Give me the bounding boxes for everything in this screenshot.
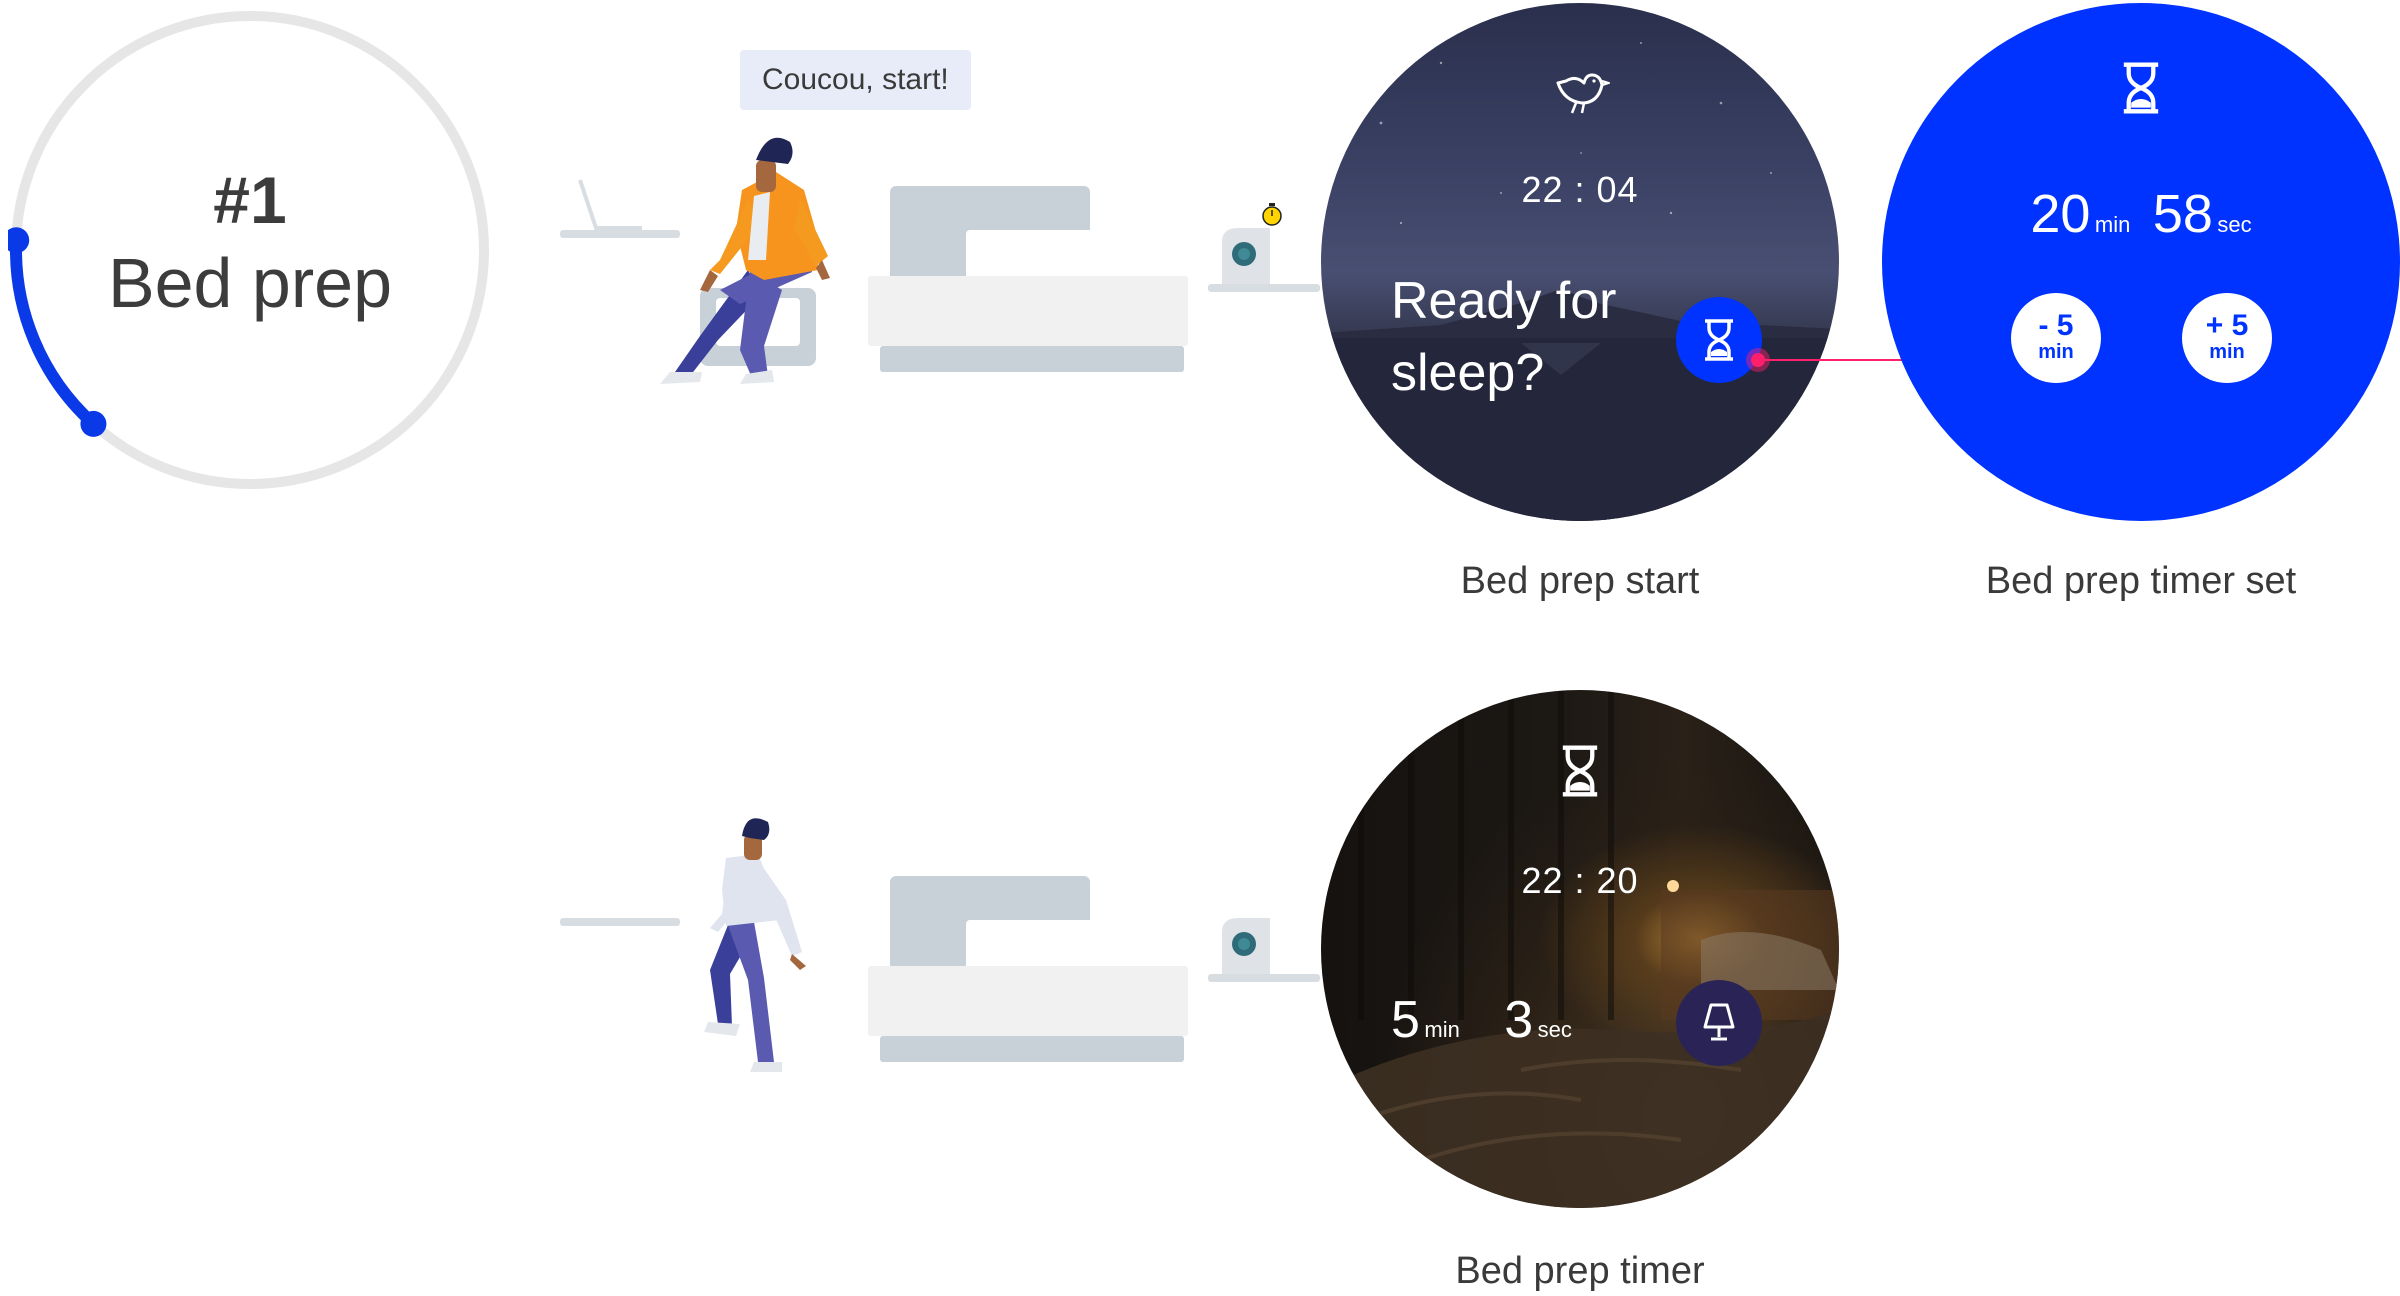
step-title: Bed prep — [107, 244, 393, 322]
minutes-unit: min — [2094, 212, 2131, 237]
seconds-unit: sec — [2217, 212, 2252, 237]
hourglass-icon — [1705, 319, 1733, 361]
watch-screen-bed-prep-start: 22 : 04 Ready for sleep? — [1321, 3, 1839, 521]
increase-value: + 5 — [2205, 309, 2249, 342]
scene-illustration-bottom — [560, 818, 1320, 1072]
seconds-unit: sec — [1537, 1017, 1572, 1042]
person-walking-figure — [704, 818, 806, 1072]
decrease-unit: min — [2038, 341, 2074, 363]
minutes-value: 5 — [1391, 991, 1420, 1049]
progress-start-dot — [80, 410, 107, 437]
bedside-device — [1208, 918, 1320, 982]
seconds-value: 58 — [2152, 184, 2213, 244]
hourglass-icon — [1562, 745, 1598, 797]
remaining-time: 5 min 3 sec — [1391, 990, 1572, 1050]
timer-duration: 20 min 58 sec — [1882, 183, 2400, 245]
desk-with-laptop — [560, 179, 680, 238]
bed — [868, 186, 1188, 372]
bed — [868, 876, 1188, 1062]
seconds-value: 3 — [1504, 991, 1534, 1049]
increase-5-min-button[interactable]: + 5 min — [2182, 293, 2272, 383]
decrease-5-min-button[interactable]: - 5 min — [2011, 293, 2101, 383]
bedside-device — [1208, 228, 1320, 292]
step-number: #1 — [213, 163, 287, 237]
watch-screen-timer-set: 20 min 58 sec - 5 min + 5 min — [1882, 3, 2400, 521]
increase-unit: min — [2209, 341, 2245, 363]
caption-bed-prep-start: Bed prep start — [1460, 560, 1700, 602]
lamp-icon — [1703, 1003, 1735, 1041]
watch-screen-bed-prep-timer: 22 : 20 5 min 3 sec — [1321, 690, 1839, 1208]
ready-for-sleep-headline: Ready for sleep? — [1391, 265, 1616, 409]
minutes-unit: min — [1424, 1017, 1460, 1042]
step-label: #1 Bed prep — [8, 160, 492, 326]
lamp-button[interactable] — [1676, 980, 1762, 1066]
headline-line-1: Ready for — [1391, 272, 1617, 330]
current-time: 22 : 20 — [1521, 860, 1639, 901]
current-time: 22 : 04 — [1521, 169, 1639, 210]
minutes-value: 20 — [2030, 184, 2091, 244]
stopwatch-icon — [1262, 203, 1282, 226]
caption-bed-prep-timer: Bed prep timer — [1455, 1250, 1705, 1292]
decrease-value: - 5 — [2038, 309, 2074, 342]
scene-illustration-top — [560, 137, 1320, 384]
hourglass-icon — [2123, 62, 2159, 114]
speech-bubble: Coucou, start! — [740, 50, 971, 110]
bird-icon — [1556, 73, 1610, 114]
headline-line-2: sleep? — [1391, 344, 1545, 402]
empty-desk — [560, 918, 680, 926]
caption-bed-prep-timer-set: Bed prep timer set — [1985, 560, 2297, 602]
